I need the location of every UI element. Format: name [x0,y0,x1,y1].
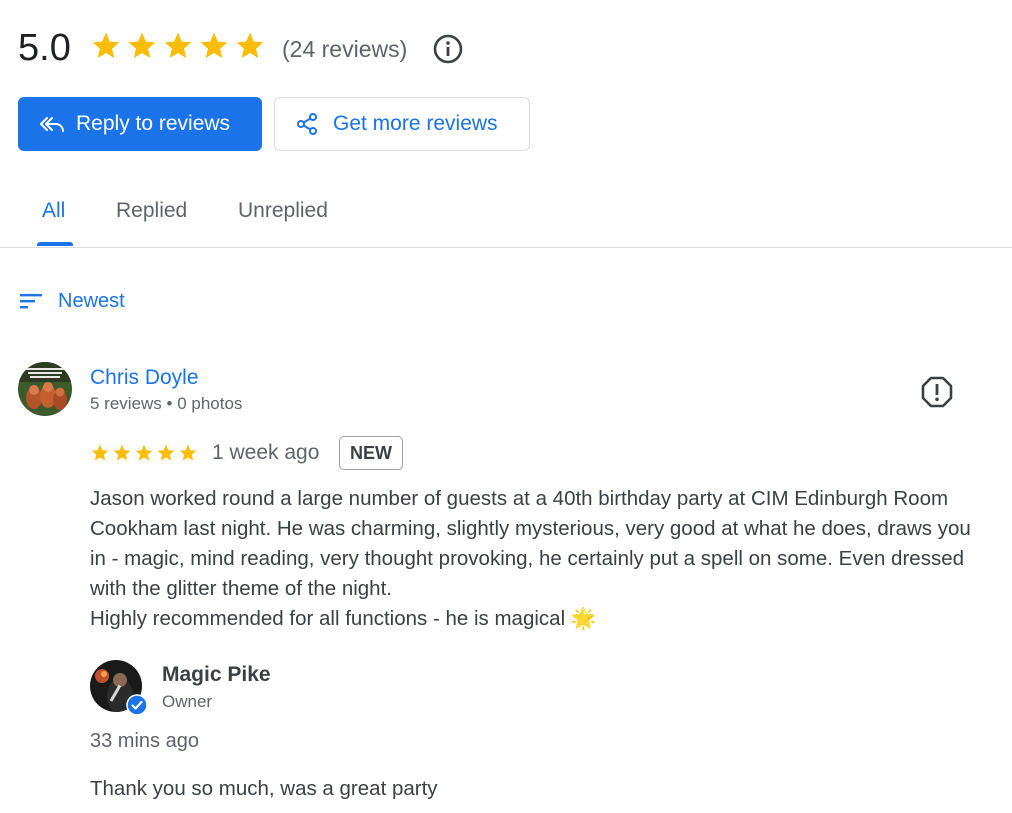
share-icon [297,113,317,135]
star-icon [92,32,120,58]
get-more-reviews-label: Get more reviews [333,112,498,135]
star-icon [164,32,192,58]
review-text: Jason worked round a large number of gue… [90,484,980,634]
reply-text: Thank you so much, was a great party [90,777,438,800]
star-icon [179,444,197,461]
new-badge: NEW [339,436,403,470]
star-icon [200,32,228,58]
star-icon [236,32,264,58]
sort-button[interactable]: Newest [18,288,125,314]
tab-all[interactable]: All [42,198,65,224]
verified-badge-icon [126,694,148,716]
sun-emoji: 🌟 [570,607,597,630]
owner-name: Magic Pike [162,663,271,686]
reviewer-meta: 5 reviews • 0 photos [90,394,243,413]
star-icon [135,444,153,461]
star-icon [157,444,175,461]
get-more-reviews-button[interactable]: Get more reviews [274,97,530,151]
active-tab-indicator [37,242,73,246]
reply-time: 33 mins ago [90,730,199,752]
reviewer-photo [18,362,72,416]
sort-icon [20,294,42,309]
owner-role: Owner [162,692,213,711]
star-icon [128,32,156,58]
avatar[interactable] [18,362,72,416]
owner-avatar [90,660,148,716]
review-paragraph: Highly recommended for all functions - h… [90,604,980,634]
review-stars [90,443,198,463]
reply-to-reviews-button[interactable]: Reply to reviews [18,97,262,151]
review-count: (24 reviews) [282,36,408,62]
average-rating: 5.0 [18,27,71,69]
star-icon [113,444,131,461]
review-last-line: Highly recommended for all functions - h… [90,607,566,630]
reviewer-name[interactable]: Chris Doyle [90,365,199,391]
tabs-divider [0,247,1012,248]
review-time: 1 week ago [212,441,320,464]
tab-unreplied[interactable]: Unreplied [238,198,328,224]
report-icon[interactable] [920,375,954,409]
reply-to-reviews-label: Reply to reviews [76,112,231,135]
star-icon [91,444,109,461]
rating-stars [90,30,266,62]
reply-all-icon [40,117,64,132]
info-icon[interactable] [432,33,464,65]
tab-replied[interactable]: Replied [116,198,187,224]
review-paragraph: Jason worked round a large number of gue… [90,487,971,600]
sort-label: Newest [58,289,125,312]
